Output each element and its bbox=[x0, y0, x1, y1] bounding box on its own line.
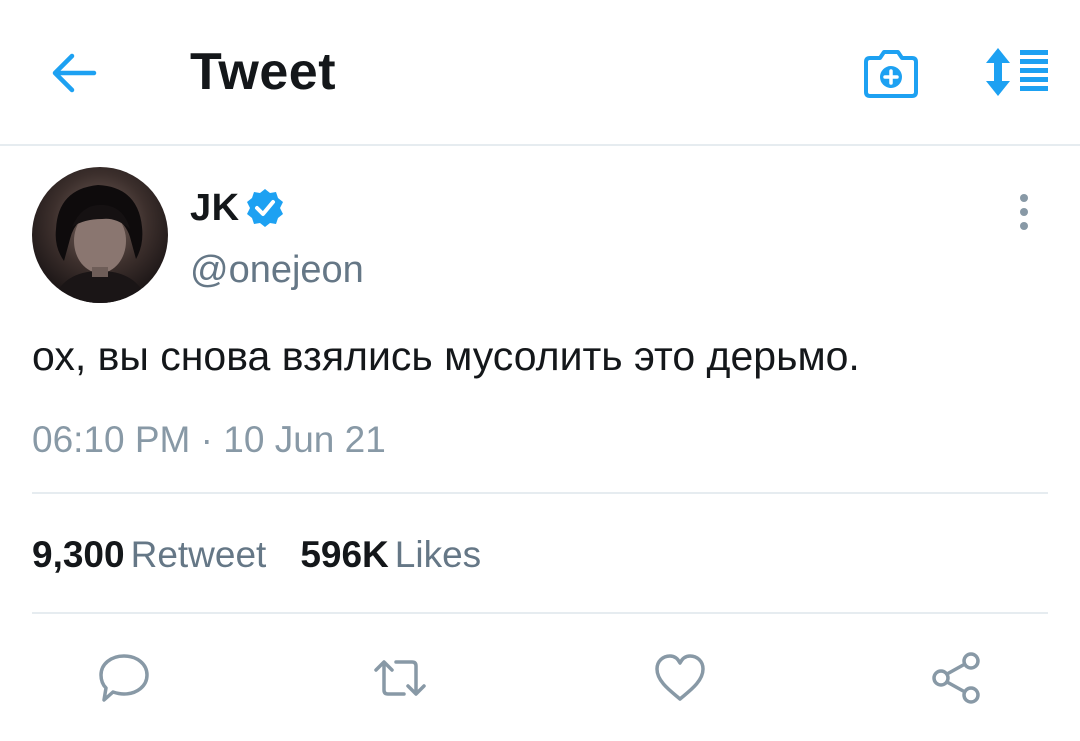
tweet-stats: 9,300 Retweet 596K Likes bbox=[32, 532, 481, 578]
avatar-photo bbox=[52, 185, 148, 303]
likes-stat[interactable]: 596K Likes bbox=[300, 534, 481, 575]
reply-icon bbox=[99, 654, 149, 702]
author-name: JK bbox=[190, 187, 240, 229]
tweet-date: 10 Jun 21 bbox=[223, 419, 386, 460]
share-button[interactable] bbox=[928, 650, 984, 706]
camera-add-icon bbox=[864, 50, 918, 98]
retweet-stat[interactable]: 9,300 Retweet bbox=[32, 534, 266, 575]
top-app-bar: Tweet bbox=[0, 0, 1080, 146]
divider bbox=[32, 492, 1048, 494]
tweet-text: ох, вы снова взялись мусолить это дерьмо… bbox=[32, 333, 860, 379]
retweet-button[interactable] bbox=[372, 650, 428, 706]
avatar[interactable] bbox=[32, 167, 168, 303]
divider bbox=[32, 612, 1048, 614]
tweet-time: 06:10 PM bbox=[32, 419, 191, 460]
reply-button[interactable] bbox=[96, 650, 152, 706]
likes-count: 596K bbox=[300, 534, 389, 575]
retweet-count: 9,300 bbox=[32, 534, 125, 575]
more-vertical-icon bbox=[1020, 194, 1028, 230]
heart-icon bbox=[655, 654, 705, 701]
back-button[interactable] bbox=[48, 50, 100, 96]
sort-icon bbox=[986, 48, 1048, 96]
retweet-icon bbox=[374, 660, 426, 696]
page-title: Tweet bbox=[190, 43, 337, 101]
verified-badge-icon bbox=[246, 189, 283, 227]
author-handle[interactable]: @onejeon bbox=[190, 248, 364, 292]
sort-button[interactable] bbox=[982, 46, 1050, 98]
author-name-row[interactable]: JK bbox=[190, 186, 286, 230]
back-arrow-icon bbox=[52, 53, 97, 93]
retweet-label: Retweet bbox=[130, 534, 267, 575]
share-icon bbox=[932, 652, 980, 704]
like-button[interactable] bbox=[652, 650, 708, 706]
tweet-timestamp: 06:10 PM · 10 Jun 21 bbox=[32, 417, 386, 463]
likes-label: Likes bbox=[394, 534, 482, 575]
timestamp-separator: · bbox=[200, 419, 213, 460]
camera-button[interactable] bbox=[862, 48, 920, 100]
more-options-button[interactable] bbox=[1010, 190, 1038, 234]
